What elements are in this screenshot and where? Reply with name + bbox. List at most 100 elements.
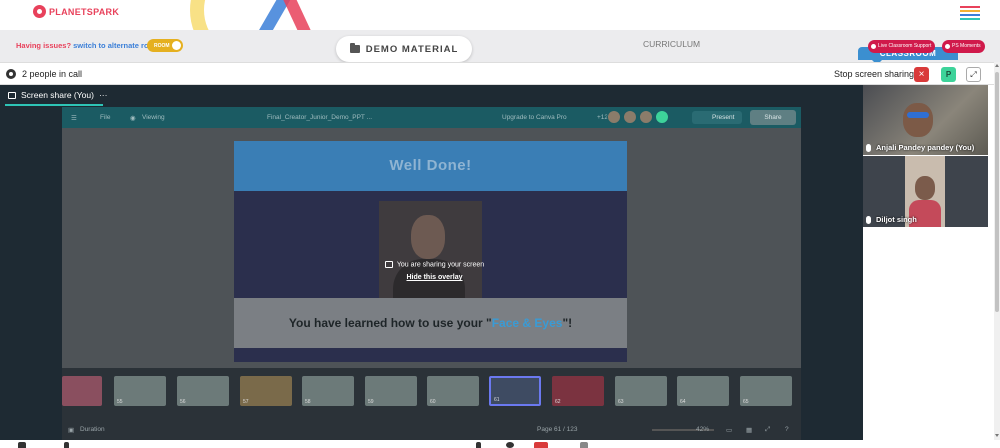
- microphone-icon[interactable]: [64, 442, 69, 448]
- slide-title: Well Done!: [234, 141, 627, 191]
- slide-thumbnail[interactable]: 57: [240, 376, 292, 406]
- slide-thumbnail[interactable]: [62, 376, 102, 406]
- scrollbar-thumb[interactable]: [995, 72, 999, 312]
- canva-menu-icon[interactable]: ☰: [71, 114, 77, 122]
- screen-share-label: Screen share (You): [21, 90, 94, 100]
- room-toggle[interactable]: ROOM: [147, 39, 183, 52]
- slide-thumbnail[interactable]: 64: [677, 376, 729, 406]
- caption-highlight: Face & Eyes: [491, 316, 563, 330]
- thumb-number: 64: [680, 399, 686, 405]
- planet-icon: [33, 5, 46, 18]
- collaborator-avatars: [607, 110, 669, 124]
- thumb-number: 62: [555, 399, 561, 405]
- participant-tile[interactable]: Diljot singh: [863, 156, 988, 227]
- slide-thumbnails: 55 56 57 58 59 60 61 62 63 64 65: [62, 368, 801, 418]
- eye-icon: ◉: [130, 115, 136, 122]
- screen-share-tab[interactable]: Screen share (You) ···: [8, 90, 107, 100]
- scroll-down-icon[interactable]: [995, 434, 999, 437]
- duration-label[interactable]: Duration: [80, 426, 105, 433]
- page-indicator: Page 61 / 123: [537, 426, 578, 433]
- curriculum-tab[interactable]: CURRICULUM: [643, 39, 700, 49]
- slide-thumbnail[interactable]: 65: [740, 376, 792, 406]
- thumb-number: 58: [305, 399, 311, 405]
- fullscreen-icon[interactable]: ⤢: [765, 426, 770, 434]
- participant-tile-self[interactable]: Anjali Pandey pandey (You): [863, 85, 988, 155]
- logo-text: PLANETSPARK: [49, 6, 120, 17]
- stop-sharing-button[interactable]: ×: [914, 67, 929, 82]
- room-toggle-label: ROOM: [154, 43, 170, 49]
- folder-icon: [349, 43, 360, 53]
- slide-thumbnail[interactable]: 58: [302, 376, 354, 406]
- thumb-number: 65: [743, 399, 749, 405]
- canva-toolbar: ☰ File ◉ Viewing Final_Creator_Junior_De…: [62, 107, 801, 128]
- canva-footer: ▣ Duration Page 61 / 123 42% ▭ ▦ ⤢ ?: [62, 418, 801, 440]
- thumb-number: 61: [494, 397, 500, 403]
- mic-icon: [866, 215, 871, 224]
- more-icon[interactable]: [580, 442, 588, 448]
- issues-label: Having issues?: [16, 41, 72, 50]
- camera-icon[interactable]: [18, 442, 26, 448]
- canva-present-label: Present: [712, 114, 735, 121]
- thumb-number: 59: [368, 399, 374, 405]
- thumb-number: 63: [618, 399, 624, 405]
- grid-view-icon[interactable]: ▦: [746, 426, 752, 434]
- shared-canva-window: ☰ File ◉ Viewing Final_Creator_Junior_De…: [62, 107, 801, 440]
- record-icon[interactable]: [506, 442, 514, 448]
- canva-upgrade-button[interactable]: Upgrade to Canva Pro: [502, 114, 567, 121]
- notes-icon[interactable]: ▭: [726, 426, 732, 434]
- slide-thumbnail[interactable]: 60: [427, 376, 479, 406]
- share-screen-icon: [384, 261, 393, 268]
- thumb-number: 55: [117, 399, 123, 405]
- slide-thumbnail[interactable]: 62: [552, 376, 604, 406]
- screen-share-stage: Screen share (You) ··· ☰ File ◉ Viewing …: [0, 85, 863, 440]
- issues-text: Having issues? switch to alternate room: [16, 41, 160, 50]
- thumb-number: 56: [180, 399, 186, 405]
- slide-photo: [379, 201, 482, 304]
- canva-doc-title: Final_Creator_Junior_Demo_PPT ...: [267, 114, 373, 121]
- page-scrollbar[interactable]: [994, 62, 1000, 440]
- active-tab-indicator: [5, 104, 103, 106]
- user-avatar[interactable]: P: [941, 67, 956, 82]
- top-bar: PLANETSPARK: [0, 0, 1000, 70]
- monitor-icon: [8, 91, 16, 99]
- expand-icon[interactable]: ⤢: [966, 67, 981, 82]
- slide-caption: You have learned how to use your "Face &…: [234, 298, 627, 348]
- caption-prefix: You have learned how to use your ": [288, 316, 492, 330]
- hide-overlay-link[interactable]: Hide this overlay: [372, 274, 497, 281]
- thumb-number: 57: [243, 399, 249, 405]
- ps-moments-button[interactable]: PS Moments: [942, 40, 985, 53]
- duration-icon[interactable]: ▣: [68, 426, 74, 434]
- canva-share-button[interactable]: Share: [750, 110, 796, 125]
- classroom-nav: Having issues? switch to alternate room …: [0, 30, 1000, 65]
- slide-thumbnail-selected[interactable]: 61: [489, 376, 541, 406]
- canva-file-menu[interactable]: File: [100, 114, 110, 121]
- bottom-controls: [0, 440, 1000, 448]
- hand-icon[interactable]: [476, 442, 481, 448]
- scroll-up-icon[interactable]: [995, 64, 999, 67]
- gear-icon[interactable]: [6, 69, 16, 79]
- sharing-notice: You are sharing your screen: [396, 261, 485, 269]
- live-support-button[interactable]: Live Classroom Support: [868, 40, 936, 53]
- participant-name: Anjali Pandey pandey (You): [876, 143, 975, 152]
- mic-icon: [866, 143, 871, 152]
- help-icon[interactable]: ?: [785, 426, 789, 433]
- participant-name: Diljot singh: [876, 215, 917, 224]
- more-options-icon[interactable]: ···: [99, 90, 108, 100]
- slide-thumbnail[interactable]: 56: [177, 376, 229, 406]
- call-bar: 2 people in call Stop screen sharing × P…: [0, 62, 994, 85]
- planetspark-logo[interactable]: PLANETSPARK: [33, 5, 119, 18]
- present-screen-icon[interactable]: [534, 442, 548, 448]
- slide-thumbnail[interactable]: 63: [615, 376, 667, 406]
- slide-thumbnail[interactable]: 55: [114, 376, 166, 406]
- zoom-level: 42%: [696, 426, 710, 433]
- caption-suffix: "!: [562, 316, 573, 330]
- demo-material-button[interactable]: DEMO MATERIAL: [336, 36, 472, 62]
- thumb-number: 60: [430, 399, 436, 405]
- people-count: 2 people in call: [22, 69, 83, 79]
- demo-material-label: DEMO MATERIAL: [365, 43, 459, 55]
- sharing-overlay: You are sharing your screen Hide this ov…: [372, 261, 497, 281]
- slide-thumbnail[interactable]: 59: [365, 376, 417, 406]
- menu-icon[interactable]: [960, 6, 980, 22]
- canva-viewing-menu[interactable]: Viewing: [142, 114, 165, 121]
- canva-workspace: Well Done! You are sharing your screen H…: [62, 128, 801, 368]
